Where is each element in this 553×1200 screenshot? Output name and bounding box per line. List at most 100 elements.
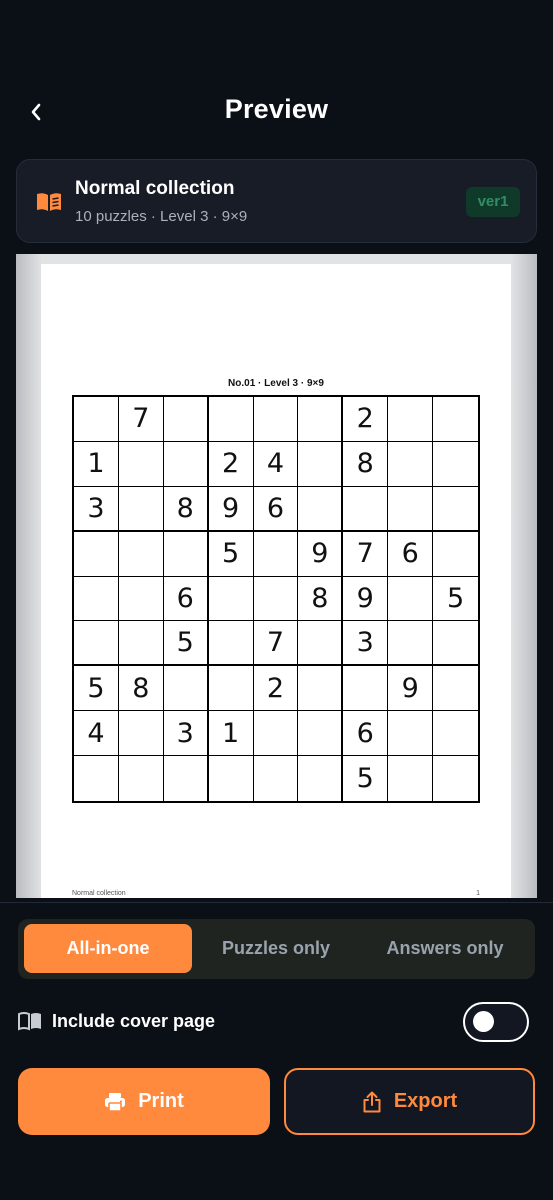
sudoku-cell bbox=[74, 397, 119, 442]
open-book-icon bbox=[18, 1012, 41, 1031]
sudoku-cell: 3 bbox=[163, 711, 209, 757]
sudoku-cell bbox=[388, 756, 434, 801]
sudoku-cell: 7 bbox=[253, 621, 299, 667]
sudoku-cell bbox=[298, 486, 344, 532]
sudoku-cell bbox=[343, 486, 389, 532]
sudoku-cell: 9 bbox=[298, 531, 344, 577]
sudoku-cell bbox=[388, 711, 434, 757]
sudoku-cell bbox=[253, 531, 299, 577]
sudoku-cell bbox=[208, 666, 254, 712]
sudoku-cell bbox=[388, 486, 434, 532]
cover-page-label: Include cover page bbox=[52, 1011, 216, 1031]
export-label: Export bbox=[393, 1090, 458, 1112]
sudoku-cell: 9 bbox=[343, 576, 389, 622]
sudoku-cell: 2 bbox=[343, 397, 389, 442]
sudoku-cell: 5 bbox=[208, 531, 254, 577]
sudoku-cell bbox=[433, 397, 478, 442]
print-label: Print bbox=[138, 1090, 184, 1112]
page-title: Preview bbox=[224, 94, 329, 124]
sudoku-cell bbox=[118, 576, 164, 622]
sudoku-cell bbox=[433, 711, 478, 757]
sudoku-cell bbox=[388, 576, 434, 622]
mode-selector: All-in-one Puzzles only Answers only bbox=[18, 919, 535, 979]
sudoku-cell bbox=[254, 756, 299, 801]
sudoku-cell bbox=[118, 486, 164, 532]
sudoku-cell: 8 bbox=[163, 486, 209, 532]
print-preview[interactable]: No.01 · Level 3 · 9×9 721248389659766895… bbox=[16, 254, 537, 898]
toggle-knob bbox=[473, 1011, 494, 1032]
tab-all-in-one[interactable]: All-in-one bbox=[24, 924, 192, 973]
sudoku-cell bbox=[208, 576, 254, 622]
sudoku-cell bbox=[433, 442, 478, 487]
sudoku-cell: 5 bbox=[433, 577, 478, 622]
sudoku-cell: 1 bbox=[208, 711, 254, 757]
preview-page: No.01 · Level 3 · 9×9 721248389659766895… bbox=[41, 264, 511, 898]
tab-puzzles-only[interactable]: Puzzles only bbox=[192, 924, 360, 973]
page-footer-title: Normal collection bbox=[72, 890, 126, 897]
sudoku-cell: 4 bbox=[253, 441, 299, 487]
puzzle-caption: No.01 · Level 3 · 9×9 bbox=[228, 378, 324, 389]
sudoku-cell bbox=[163, 531, 209, 577]
sudoku-cell bbox=[298, 711, 344, 757]
sudoku-grid: 721248389659766895573582943165 bbox=[72, 395, 480, 803]
export-button[interactable]: Export bbox=[284, 1068, 535, 1135]
sudoku-cell: 1 bbox=[74, 441, 119, 487]
sudoku-cell bbox=[298, 666, 344, 712]
sudoku-cell: 8 bbox=[118, 666, 164, 712]
sudoku-cell bbox=[343, 666, 389, 712]
sudoku-cell bbox=[253, 711, 299, 757]
sudoku-cell: 8 bbox=[343, 441, 389, 487]
sudoku-cell bbox=[118, 621, 164, 667]
sudoku-cell bbox=[118, 441, 164, 487]
sudoku-cell bbox=[388, 397, 434, 442]
divider bbox=[0, 902, 553, 903]
sudoku-cell bbox=[253, 576, 299, 622]
sudoku-cell bbox=[298, 441, 344, 487]
sudoku-cell bbox=[298, 621, 344, 667]
sudoku-cell: 5 bbox=[74, 666, 119, 712]
sudoku-cell: 9 bbox=[388, 666, 434, 712]
sudoku-cell bbox=[163, 666, 209, 712]
sudoku-cell: 6 bbox=[388, 531, 434, 577]
sudoku-cell bbox=[118, 711, 164, 757]
sudoku-cell: 3 bbox=[343, 621, 389, 667]
sudoku-cell bbox=[74, 576, 119, 622]
sudoku-cell bbox=[74, 621, 119, 667]
header: Preview bbox=[0, 80, 553, 144]
tab-answers-only[interactable]: Answers only bbox=[361, 924, 529, 973]
sudoku-cell: 6 bbox=[253, 486, 299, 532]
sudoku-cell bbox=[433, 756, 478, 801]
cover-page-toggle[interactable] bbox=[463, 1002, 529, 1042]
sudoku-cell: 3 bbox=[74, 486, 119, 532]
sudoku-cell bbox=[163, 397, 209, 442]
print-button[interactable]: Print bbox=[18, 1068, 270, 1135]
sudoku-cell bbox=[119, 756, 164, 801]
sudoku-cell: 7 bbox=[343, 531, 389, 577]
collection-card: Normal collection 10 puzzles · Level 3 ·… bbox=[16, 159, 537, 243]
sudoku-cell bbox=[208, 621, 254, 667]
page-number: 1 bbox=[476, 890, 480, 897]
sudoku-cell bbox=[208, 397, 254, 442]
sudoku-cell bbox=[164, 756, 209, 801]
sudoku-cell: 2 bbox=[208, 441, 254, 487]
book-icon bbox=[37, 193, 61, 211]
sudoku-cell bbox=[433, 666, 478, 712]
sudoku-cell bbox=[74, 531, 119, 577]
sudoku-cell bbox=[298, 756, 344, 801]
sudoku-cell: 4 bbox=[74, 711, 119, 757]
cover-page-option: Include cover page bbox=[18, 1000, 535, 1044]
sudoku-cell: 5 bbox=[163, 621, 209, 667]
sudoku-cell: 6 bbox=[343, 711, 389, 757]
sudoku-cell bbox=[388, 621, 434, 667]
sudoku-cell bbox=[163, 441, 209, 487]
sudoku-cell bbox=[209, 756, 254, 801]
collection-title: Normal collection bbox=[75, 178, 235, 199]
sudoku-cell: 7 bbox=[118, 397, 164, 442]
version-badge: ver1 bbox=[466, 187, 520, 217]
share-icon bbox=[363, 1091, 381, 1112]
sudoku-cell: 6 bbox=[163, 576, 209, 622]
collection-subtitle: 10 puzzles · Level 3 · 9×9 bbox=[75, 208, 248, 225]
sudoku-cell bbox=[433, 532, 478, 577]
sudoku-cell bbox=[74, 756, 119, 801]
sudoku-cell bbox=[298, 397, 344, 442]
